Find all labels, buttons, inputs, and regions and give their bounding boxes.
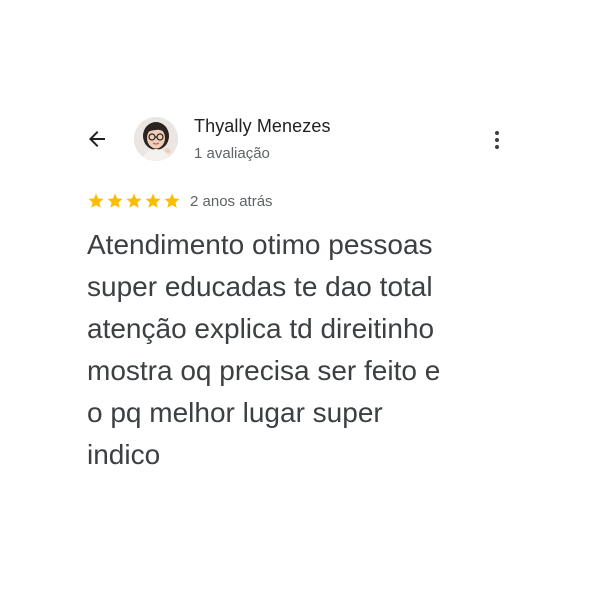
review-text-line: indico	[87, 439, 161, 470]
star-icon	[88, 193, 104, 208]
review-count: 1 avaliação	[194, 145, 270, 162]
avatar[interactable]	[134, 117, 178, 161]
rating-row: 2 anos atrás	[87, 190, 273, 212]
star-rating	[87, 192, 182, 210]
review-date: 2 anos atrás	[190, 192, 273, 210]
review-text-line: Atendimento otimo pessoas	[87, 229, 433, 260]
star-icon	[164, 193, 180, 208]
star-icon	[145, 193, 161, 208]
star-icon	[126, 193, 142, 208]
review-text-line: super educadas te dao total	[87, 271, 433, 302]
review-text-line: o pq melhor lugar super	[87, 397, 383, 428]
more-vertical-icon	[495, 131, 499, 149]
star-icon	[107, 193, 123, 208]
review-text-line: atenção explica td direitinho	[87, 313, 435, 344]
review-text-line: mostra oq precisa ser feito e	[87, 355, 441, 386]
arrow-back-icon	[89, 131, 105, 147]
avatar-image	[134, 117, 178, 161]
more-options-button[interactable]	[485, 125, 509, 155]
review-text: Atendimento otimo pessoas super educadas …	[87, 224, 527, 476]
reviewer-name[interactable]: Thyally Menezes	[194, 116, 331, 137]
back-button[interactable]	[82, 124, 112, 154]
